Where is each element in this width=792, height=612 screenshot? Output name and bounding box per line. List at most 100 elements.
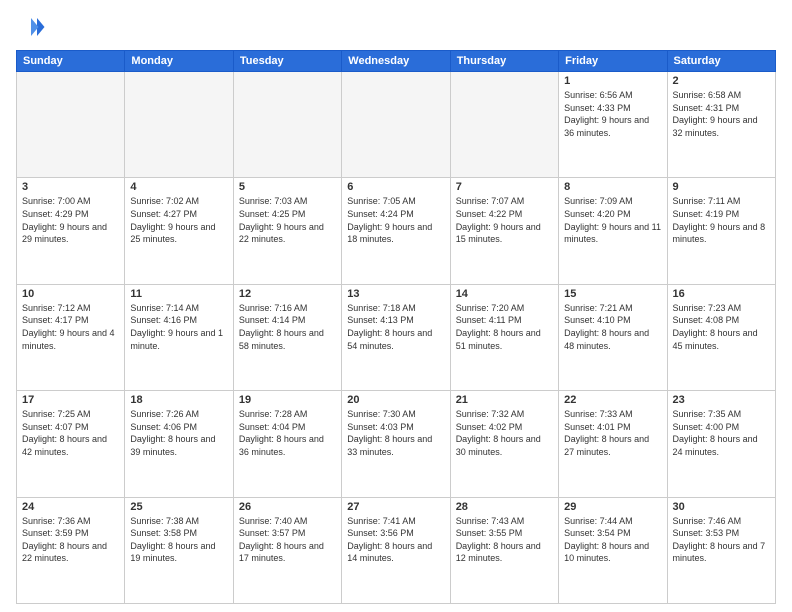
day-number: 18: [130, 394, 227, 406]
calendar-cell: 18 Sunrise: 7:26 AM Sunset: 4:06 PM Dayli…: [125, 391, 233, 497]
day-info: Sunrise: 7:05 AM Sunset: 4:24 PM Dayligh…: [347, 195, 444, 245]
day-number: 27: [347, 501, 444, 513]
header: [16, 12, 776, 42]
day-number: 19: [239, 394, 336, 406]
weekday-header-wednesday: Wednesday: [342, 51, 450, 72]
calendar-cell: [450, 72, 558, 178]
weekday-header-monday: Monday: [125, 51, 233, 72]
day-number: 12: [239, 288, 336, 300]
day-info: Sunrise: 7:02 AM Sunset: 4:27 PM Dayligh…: [130, 195, 227, 245]
day-number: 10: [22, 288, 119, 300]
calendar-cell: 5 Sunrise: 7:03 AM Sunset: 4:25 PM Daylig…: [233, 178, 341, 284]
day-info: Sunrise: 7:38 AM Sunset: 3:58 PM Dayligh…: [130, 515, 227, 565]
day-number: 4: [130, 181, 227, 193]
weekday-header-thursday: Thursday: [450, 51, 558, 72]
calendar-cell: 12 Sunrise: 7:16 AM Sunset: 4:14 PM Dayli…: [233, 284, 341, 390]
day-info: Sunrise: 7:35 AM Sunset: 4:00 PM Dayligh…: [673, 408, 770, 458]
day-info: Sunrise: 7:21 AM Sunset: 4:10 PM Dayligh…: [564, 302, 661, 352]
day-info: Sunrise: 7:11 AM Sunset: 4:19 PM Dayligh…: [673, 195, 770, 245]
day-number: 5: [239, 181, 336, 193]
calendar-cell: 26Sunrise: 7:40 AM Sunset: 3:57 PM Dayli…: [233, 497, 341, 603]
day-info: Sunrise: 7:41 AM Sunset: 3:56 PM Dayligh…: [347, 515, 444, 565]
calendar-cell: 13Sunrise: 7:18 AM Sunset: 4:13 PM Dayli…: [342, 284, 450, 390]
calendar-cell: [125, 72, 233, 178]
calendar-cell: 17 Sunrise: 7:25 AM Sunset: 4:07 PM Dayli…: [17, 391, 125, 497]
day-info: Sunrise: 7:03 AM Sunset: 4:25 PM Dayligh…: [239, 195, 336, 245]
day-info: Sunrise: 7:16 AM Sunset: 4:14 PM Dayligh…: [239, 302, 336, 352]
day-info: Sunrise: 7:28 AM Sunset: 4:04 PM Dayligh…: [239, 408, 336, 458]
calendar-cell: 7Sunrise: 7:07 AM Sunset: 4:22 PM Daylig…: [450, 178, 558, 284]
calendar-week-5: 24 Sunrise: 7:36 AM Sunset: 3:59 PM Dayli…: [17, 497, 776, 603]
calendar-week-4: 17 Sunrise: 7:25 AM Sunset: 4:07 PM Dayli…: [17, 391, 776, 497]
day-number: 14: [456, 288, 553, 300]
day-info: Sunrise: 7:12 AM Sunset: 4:17 PM Dayligh…: [22, 302, 119, 352]
day-info: Sunrise: 7:40 AM Sunset: 3:57 PM Dayligh…: [239, 515, 336, 565]
day-number: 20: [347, 394, 444, 406]
calendar-cell: [233, 72, 341, 178]
weekday-header-row: SundayMondayTuesdayWednesdayThursdayFrid…: [17, 51, 776, 72]
day-number: 29: [564, 501, 661, 513]
calendar-cell: 29 Sunrise: 7:44 AM Sunset: 3:54 PM Dayli…: [559, 497, 667, 603]
day-number: 25: [130, 501, 227, 513]
calendar-cell: 10 Sunrise: 7:12 AM Sunset: 4:17 PM Dayli…: [17, 284, 125, 390]
logo: [16, 12, 50, 42]
calendar-cell: 25 Sunrise: 7:38 AM Sunset: 3:58 PM Dayli…: [125, 497, 233, 603]
day-info: Sunrise: 7:00 AM Sunset: 4:29 PM Dayligh…: [22, 195, 119, 245]
day-number: 3: [22, 181, 119, 193]
calendar-body: 1 Sunrise: 6:56 AM Sunset: 4:33 PM Daylig…: [17, 72, 776, 604]
calendar-cell: 20 Sunrise: 7:30 AM Sunset: 4:03 PM Dayli…: [342, 391, 450, 497]
day-info: Sunrise: 7:30 AM Sunset: 4:03 PM Dayligh…: [347, 408, 444, 458]
day-info: Sunrise: 7:20 AM Sunset: 4:11 PM Dayligh…: [456, 302, 553, 352]
day-number: 28: [456, 501, 553, 513]
calendar-cell: 30 Sunrise: 7:46 AM Sunset: 3:53 PM Dayli…: [667, 497, 775, 603]
day-number: 6: [347, 181, 444, 193]
day-number: 1: [564, 75, 661, 87]
calendar-cell: 8Sunrise: 7:09 AM Sunset: 4:20 PM Daylig…: [559, 178, 667, 284]
calendar-cell: 3 Sunrise: 7:00 AM Sunset: 4:29 PM Daylig…: [17, 178, 125, 284]
calendar-cell: 14 Sunrise: 7:20 AM Sunset: 4:11 PM Dayli…: [450, 284, 558, 390]
day-info: Sunrise: 7:44 AM Sunset: 3:54 PM Dayligh…: [564, 515, 661, 565]
day-number: 11: [130, 288, 227, 300]
day-number: 24: [22, 501, 119, 513]
day-info: Sunrise: 6:58 AM Sunset: 4:31 PM Dayligh…: [673, 89, 770, 139]
calendar-cell: 24 Sunrise: 7:36 AM Sunset: 3:59 PM Dayli…: [17, 497, 125, 603]
day-number: 22: [564, 394, 661, 406]
calendar-cell: 6 Sunrise: 7:05 AM Sunset: 4:24 PM Daylig…: [342, 178, 450, 284]
calendar-cell: 22 Sunrise: 7:33 AM Sunset: 4:01 PM Dayli…: [559, 391, 667, 497]
calendar-week-2: 3 Sunrise: 7:00 AM Sunset: 4:29 PM Daylig…: [17, 178, 776, 284]
day-info: Sunrise: 6:56 AM Sunset: 4:33 PM Dayligh…: [564, 89, 661, 139]
calendar-week-3: 10 Sunrise: 7:12 AM Sunset: 4:17 PM Dayli…: [17, 284, 776, 390]
day-info: Sunrise: 7:07 AM Sunset: 4:22 PM Dayligh…: [456, 195, 553, 245]
day-number: 15: [564, 288, 661, 300]
calendar-cell: 16Sunrise: 7:23 AM Sunset: 4:08 PM Dayli…: [667, 284, 775, 390]
calendar-cell: 15 Sunrise: 7:21 AM Sunset: 4:10 PM Dayli…: [559, 284, 667, 390]
calendar-cell: 9 Sunrise: 7:11 AM Sunset: 4:19 PM Daylig…: [667, 178, 775, 284]
calendar-cell: 21 Sunrise: 7:32 AM Sunset: 4:02 PM Dayli…: [450, 391, 558, 497]
day-number: 9: [673, 181, 770, 193]
calendar-week-1: 1 Sunrise: 6:56 AM Sunset: 4:33 PM Daylig…: [17, 72, 776, 178]
day-info: Sunrise: 7:26 AM Sunset: 4:06 PM Dayligh…: [130, 408, 227, 458]
day-info: Sunrise: 7:25 AM Sunset: 4:07 PM Dayligh…: [22, 408, 119, 458]
calendar-cell: 4 Sunrise: 7:02 AM Sunset: 4:27 PM Daylig…: [125, 178, 233, 284]
calendar-table: SundayMondayTuesdayWednesdayThursdayFrid…: [16, 50, 776, 604]
day-info: Sunrise: 7:46 AM Sunset: 3:53 PM Dayligh…: [673, 515, 770, 565]
day-info: Sunrise: 7:36 AM Sunset: 3:59 PM Dayligh…: [22, 515, 119, 565]
day-info: Sunrise: 7:14 AM Sunset: 4:16 PM Dayligh…: [130, 302, 227, 352]
calendar-cell: [342, 72, 450, 178]
day-info: Sunrise: 7:33 AM Sunset: 4:01 PM Dayligh…: [564, 408, 661, 458]
day-number: 8: [564, 181, 661, 193]
calendar-cell: 1 Sunrise: 6:56 AM Sunset: 4:33 PM Daylig…: [559, 72, 667, 178]
calendar-cell: 2Sunrise: 6:58 AM Sunset: 4:31 PM Daylig…: [667, 72, 775, 178]
calendar-cell: 28 Sunrise: 7:43 AM Sunset: 3:55 PM Dayli…: [450, 497, 558, 603]
day-number: 23: [673, 394, 770, 406]
weekday-header-saturday: Saturday: [667, 51, 775, 72]
day-info: Sunrise: 7:32 AM Sunset: 4:02 PM Dayligh…: [456, 408, 553, 458]
calendar-cell: 23 Sunrise: 7:35 AM Sunset: 4:00 PM Dayli…: [667, 391, 775, 497]
day-number: 17: [22, 394, 119, 406]
day-number: 21: [456, 394, 553, 406]
calendar-cell: 27 Sunrise: 7:41 AM Sunset: 3:56 PM Dayli…: [342, 497, 450, 603]
day-number: 13: [347, 288, 444, 300]
day-number: 30: [673, 501, 770, 513]
logo-icon: [16, 12, 46, 42]
day-info: Sunrise: 7:43 AM Sunset: 3:55 PM Dayligh…: [456, 515, 553, 565]
